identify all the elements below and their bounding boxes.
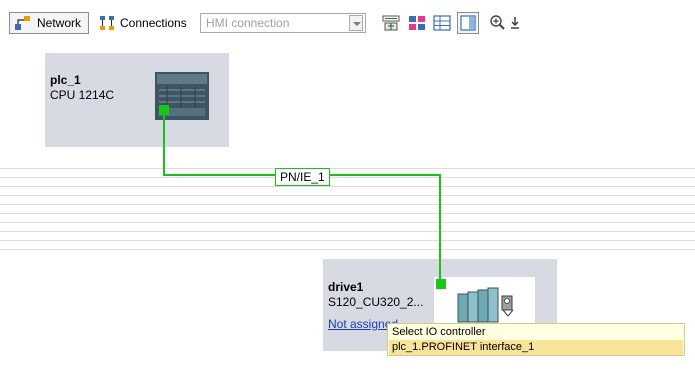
popup-title: Select IO controller: [392, 326, 486, 338]
save-window-settings-icon[interactable]: [509, 14, 521, 32]
device-name: drive1: [328, 280, 364, 294]
connections-button[interactable]: Connections: [95, 12, 195, 34]
device-type: CPU 1214C: [50, 88, 115, 102]
zoom-in-icon[interactable]: [489, 14, 507, 32]
network-view-button[interactable]: Network: [9, 12, 89, 34]
split-view-icon: [460, 15, 476, 31]
chevron-down-icon[interactable]: [349, 15, 363, 31]
connection-type-select[interactable]: HMI connection: [200, 13, 366, 33]
connection-type-value: HMI connection: [206, 16, 290, 30]
network-icon: [15, 16, 30, 30]
split-view-button[interactable]: [457, 12, 479, 34]
plc-port-wire: [163, 115, 165, 176]
network-view-toolbar: Network Connections HMI connection: [0, 0, 695, 44]
device-type: S120_CU320_2...: [328, 295, 424, 309]
io-controller-popup: Select IO controller plc_1.PROFINET inte…: [387, 323, 685, 356]
plc-device-box[interactable]: plc_1 CPU 1214C: [45, 53, 229, 147]
io-controller-option[interactable]: plc_1.PROFINET interface_1: [389, 340, 683, 355]
network-overview-table-icon[interactable]: [433, 14, 451, 32]
connections-icon: [100, 16, 114, 30]
drive-profinet-port[interactable]: [436, 279, 446, 289]
drive-port-wire: [439, 174, 441, 280]
show-interfaces-icon[interactable]: [408, 14, 426, 32]
subnet-label[interactable]: PN/IE_1: [275, 168, 330, 186]
address-overview-icon[interactable]: [382, 14, 400, 32]
network-view-label: Network: [37, 16, 82, 30]
drive-image-frame: [434, 277, 535, 327]
device-name: plc_1: [50, 73, 81, 87]
drive-device-icon: [457, 287, 514, 323]
connections-label: Connections: [120, 16, 187, 30]
plc-profinet-port[interactable]: [159, 105, 169, 115]
